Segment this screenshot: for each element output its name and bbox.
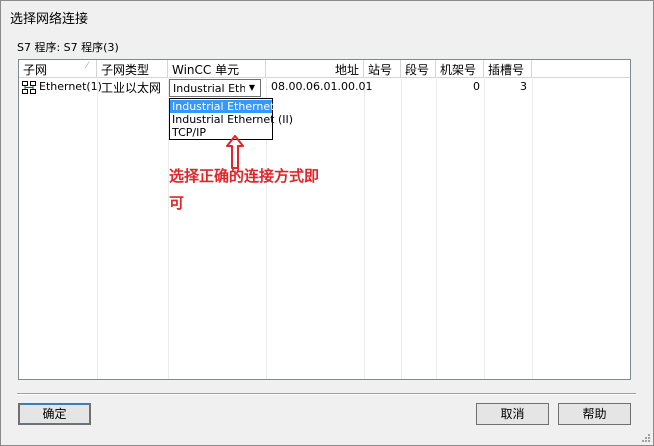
dialog-window: 选择网络连接 S7 程序: S7 程序(3) 子网 ⁄ 子网类型 WinCC 单… [0,0,654,446]
separator [17,393,636,395]
cell-rack: 0 [473,80,480,93]
dropdown-option-industrial-ethernet[interactable]: Industrial Ethernet [170,100,274,113]
ok-button[interactable]: 确定 [18,403,91,425]
dropdown-option-tcpip[interactable]: TCP/IP [170,126,272,139]
dropdown-arrow-icon[interactable]: ▼ [245,81,259,95]
column-divider [364,77,365,379]
cell-slot: 3 [520,80,527,93]
wincc-unit-combobox[interactable]: Industrial Ethen ▼ [169,79,261,97]
combobox-value: Industrial Ethen [173,82,245,95]
annotation-line-1: 选择正确的连接方式即 [169,167,320,185]
cancel-button[interactable]: 取消 [476,403,549,425]
column-divider [97,77,98,379]
title-bar[interactable]: 选择网络连接 [1,1,653,31]
column-divider [401,77,402,379]
col-header-slot[interactable]: 插槽号 [484,60,532,77]
cell-address: 08.00.06.01.00.01 [271,80,373,93]
column-divider [484,77,485,379]
col-header-subnet-type[interactable]: 子网类型 [97,60,168,77]
col-header-wincc-unit[interactable]: WinCC 单元 [168,60,266,77]
col-header-subnet[interactable]: 子网 ⁄ [19,60,97,77]
window-title: 选择网络连接 [10,12,89,27]
program-label: S7 程序: S7 程序(3) [17,41,119,54]
sort-indicator-icon: ⁄ [86,61,88,71]
dropdown-option-industrial-ethernet-ii[interactable]: Industrial Ethernet (II) [170,113,293,126]
col-header-rack[interactable]: 机架号 [436,60,484,77]
col-header-segment[interactable]: 段号 [401,60,436,77]
column-divider [436,77,437,379]
cell-subnet-type: 工业以太网 [101,81,162,95]
connection-table: 子网 ⁄ 子网类型 WinCC 单元 地址 站号 段号 机架号 插槽号 Ethe… [18,59,631,380]
column-divider [532,77,533,379]
col-header-station[interactable]: 站号 [364,60,401,77]
cell-subnet: Ethernet(1) [39,80,102,93]
resize-grip-icon[interactable] [639,431,651,443]
table-header: 子网 ⁄ 子网类型 WinCC 单元 地址 站号 段号 机架号 插槽号 [19,60,630,78]
col-header-address[interactable]: 地址 [266,60,364,77]
help-button[interactable]: 帮助 [558,403,631,425]
annotation-line-2: 可 [169,194,185,212]
annotation-text: 选择正确的连接方式即 可 [169,163,339,217]
network-icon [22,81,36,94]
connection-type-dropdown[interactable]: Industrial Ethernet Industrial Ethernet … [169,98,293,140]
